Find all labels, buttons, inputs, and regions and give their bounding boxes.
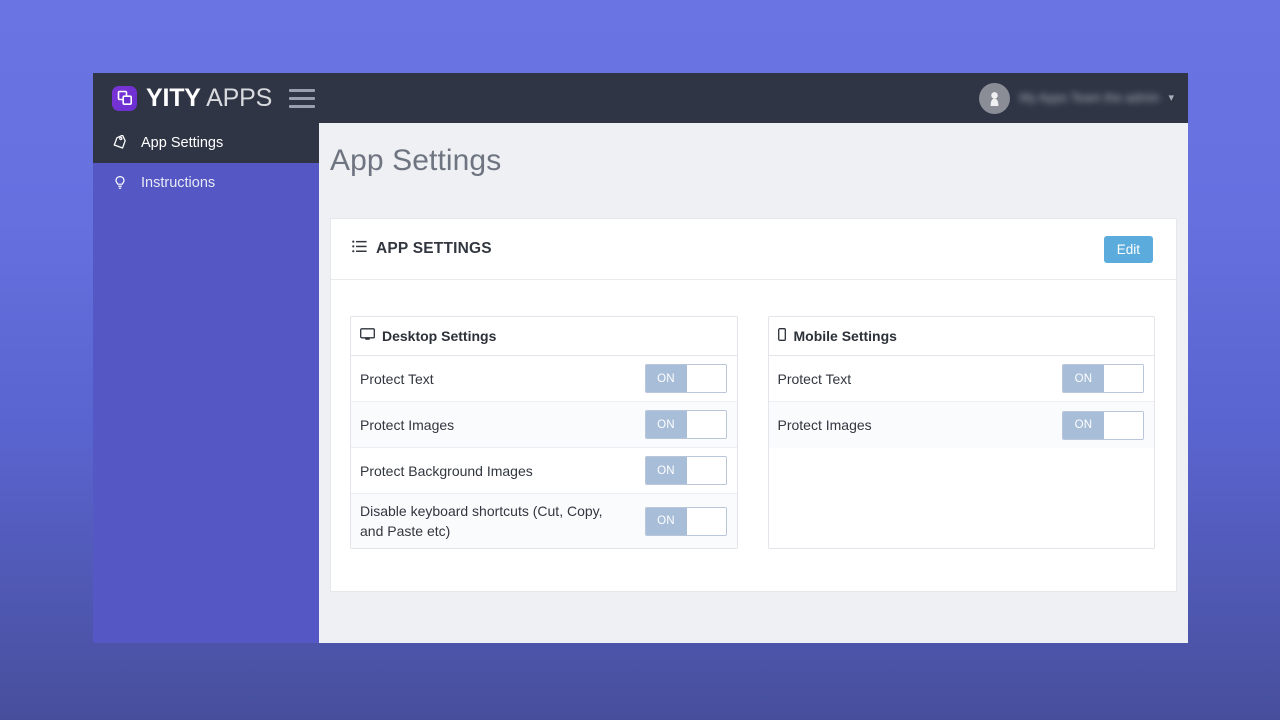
setting-row: Protect Text ON [768, 356, 1154, 402]
card-title: APP SETTINGS [352, 240, 492, 258]
mobile-settings-panel: Mobile Settings Protect Text ON Protect … [767, 316, 1155, 549]
setting-row: Protect Text ON [351, 356, 737, 402]
brand-name: YITY APPS [146, 83, 273, 112]
setting-label: Protect Images [777, 417, 872, 433]
hamburger-bar [289, 104, 316, 108]
list-icon [352, 240, 367, 258]
edit-button[interactable]: Edit [1103, 235, 1153, 263]
protect-background-images-toggle[interactable]: ON [644, 456, 727, 485]
setting-label: Protect Text [777, 370, 852, 387]
settings-panels: Desktop Settings Protect Text ON Protect… [331, 280, 1176, 549]
toggle-knob [1104, 365, 1143, 392]
hamburger-icon[interactable] [289, 88, 316, 108]
top-navbar: YITY APPS My Apps Team the admin ▾ [93, 73, 1188, 123]
desktop-settings-header: Desktop Settings [351, 317, 737, 356]
navbar-right: My Apps Team the admin ▾ [979, 73, 1188, 123]
chevron-down-icon: ▾ [1168, 91, 1174, 104]
main-content: App Settings APP SETTINGS Edit Desktop S… [319, 123, 1188, 643]
desktop-icon [360, 328, 375, 344]
panel-title: Mobile Settings [793, 328, 897, 344]
sidebar: App Settings Instructions [93, 123, 319, 643]
lightbulb-icon [111, 175, 128, 191]
card-header: APP SETTINGS Edit [331, 219, 1176, 280]
protect-images-toggle[interactable]: ON [644, 410, 727, 439]
mobile-protect-images-toggle[interactable]: ON [1062, 410, 1144, 440]
toggle-state-label: ON [1063, 365, 1104, 392]
setting-label: Protect Images [360, 416, 455, 433]
overlapping-squares-icon [112, 85, 137, 111]
user-name-label: My Apps Team the admin [1019, 91, 1160, 105]
brand-logo[interactable]: YITY APPS [112, 83, 273, 112]
sidebar-item-instructions[interactable]: Instructions [93, 163, 319, 203]
toggle-state-label: ON [1063, 411, 1104, 439]
setting-row: Protect Images ON [768, 402, 1154, 448]
setting-row: Disable keyboard shortcuts (Cut, Copy, a… [351, 494, 737, 548]
mobile-settings-header: Mobile Settings [768, 317, 1154, 356]
brand-name-secondary: APPS [206, 83, 273, 112]
toggle-knob [1104, 411, 1143, 439]
app-window: YITY APPS My Apps Team the admin ▾ App S… [93, 73, 1188, 643]
sidebar-item-label: App Settings [141, 135, 224, 151]
mobile-protect-text-toggle[interactable]: ON [1062, 364, 1144, 393]
setting-label: Disable keyboard shortcuts (Cut, Copy, a… [360, 503, 603, 539]
tag-icon [111, 135, 128, 151]
desktop-settings-panel: Desktop Settings Protect Text ON Protect… [350, 316, 738, 549]
sidebar-item-app-settings[interactable]: App Settings [93, 123, 319, 163]
setting-label: Protect Text [360, 370, 434, 387]
mobile-icon [777, 328, 787, 344]
setting-label: Protect Background Images [360, 462, 533, 479]
brand-name-primary: YITY [146, 83, 201, 112]
toggle-state-label: ON [645, 411, 687, 438]
toggle-state-label: ON [645, 365, 687, 392]
toggle-state-label: ON [645, 457, 687, 484]
toggle-knob [686, 507, 726, 535]
toggle-knob [686, 457, 726, 484]
hamburger-bar [289, 88, 316, 92]
sidebar-item-label: Instructions [141, 175, 216, 191]
toggle-knob [686, 365, 726, 392]
protect-text-toggle[interactable]: ON [644, 364, 727, 393]
user-menu[interactable]: My Apps Team the admin ▾ [979, 73, 1188, 123]
toggle-knob [686, 411, 726, 438]
setting-row: Protect Images ON [351, 402, 737, 448]
hamburger-bar [289, 96, 316, 100]
panel-title: Desktop Settings [382, 328, 497, 344]
disable-keyboard-shortcuts-toggle[interactable]: ON [644, 506, 727, 536]
page-title: App Settings [330, 144, 502, 177]
setting-row: Protect Background Images ON [351, 448, 737, 494]
card-title-label: APP SETTINGS [376, 240, 492, 257]
toggle-state-label: ON [645, 507, 687, 535]
app-settings-card: APP SETTINGS Edit Desktop Settings Prote… [330, 218, 1177, 592]
user-avatar-icon [979, 82, 1011, 114]
